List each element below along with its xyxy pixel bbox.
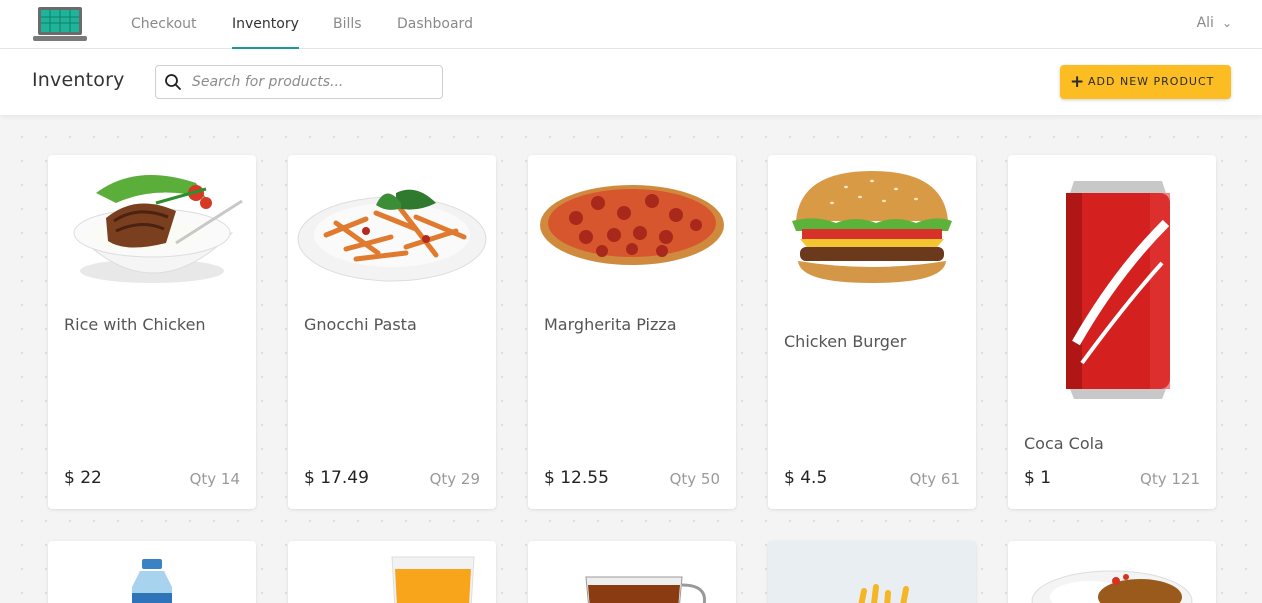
- orange-juice-image: [391, 556, 475, 603]
- product-price: $ 17.49: [304, 468, 369, 488]
- plus-icon: +: [1070, 72, 1086, 92]
- add-new-product-label: ADD NEW PRODUCT: [1088, 75, 1215, 88]
- product-card[interactable]: [528, 541, 736, 603]
- water-bottle-image: [132, 559, 172, 603]
- product-name: Gnocchi Pasta: [304, 315, 417, 334]
- curry-rice-image: [1031, 570, 1193, 603]
- user-menu[interactable]: Ali ⌄: [1197, 0, 1232, 49]
- pizza-image: [540, 185, 724, 265]
- product-card[interactable]: Margherita Pizza $ 12.55 Qty 50: [528, 155, 736, 509]
- product-card[interactable]: [768, 541, 976, 603]
- tab-inventory[interactable]: Inventory: [232, 0, 299, 49]
- tab-dashboard[interactable]: Dashboard: [397, 0, 473, 49]
- product-price: $ 1: [1024, 468, 1052, 488]
- product-qty: Qty 29: [429, 470, 480, 488]
- product-card[interactable]: Rice with Chicken $ 22 Qty 14: [48, 155, 256, 509]
- product-card[interactable]: Coca Cola $ 1 Qty 121: [1008, 155, 1216, 509]
- product-price: $ 4.5: [784, 468, 828, 488]
- product-price: $ 22: [64, 468, 102, 488]
- product-qty: Qty 14: [189, 470, 240, 488]
- search-input[interactable]: [192, 66, 436, 98]
- cola-can-image: [1066, 181, 1170, 399]
- laptop-logo-icon[interactable]: [32, 6, 88, 42]
- product-name: Coca Cola: [1024, 434, 1104, 453]
- product-name: Margherita Pizza: [544, 315, 677, 334]
- add-new-product-button[interactable]: + ADD NEW PRODUCT: [1060, 65, 1231, 99]
- burger-image: [792, 171, 952, 283]
- page-header: Inventory +ADD NEW PRODUCT: [0, 49, 1262, 115]
- product-qty: Qty 50: [669, 470, 720, 488]
- product-grid: Rice with Chicken $ 22 Qty 14 Gnocchi Pa…: [0, 115, 1262, 603]
- chevron-down-icon: ⌄: [1221, 16, 1232, 30]
- product-card[interactable]: [48, 541, 256, 603]
- product-card[interactable]: Gnocchi Pasta $ 17.49 Qty 29: [288, 155, 496, 509]
- search-box[interactable]: [155, 65, 443, 99]
- product-name: Chicken Burger: [784, 332, 907, 351]
- tea-cup-image: [585, 576, 707, 603]
- fries-image: [858, 584, 909, 603]
- product-qty: Qty 61: [909, 470, 960, 488]
- rice-with-chicken-image: [73, 175, 243, 283]
- top-navbar: Checkout Inventory Bills Dashboard Ali ⌄: [0, 0, 1262, 49]
- product-card[interactable]: [1008, 541, 1216, 603]
- page-title: Inventory: [32, 69, 125, 91]
- user-name: Ali: [1196, 15, 1214, 31]
- product-card[interactable]: Chicken Burger $ 4.5 Qty 61: [768, 155, 976, 509]
- product-card[interactable]: [288, 541, 496, 603]
- product-name: Rice with Chicken: [64, 315, 206, 334]
- search-icon: [165, 74, 181, 90]
- pasta-image: [297, 189, 487, 282]
- tab-checkout[interactable]: Checkout: [131, 0, 197, 49]
- product-price: $ 12.55: [544, 468, 609, 488]
- product-qty: Qty 121: [1140, 470, 1200, 488]
- tab-bills[interactable]: Bills: [333, 0, 362, 49]
